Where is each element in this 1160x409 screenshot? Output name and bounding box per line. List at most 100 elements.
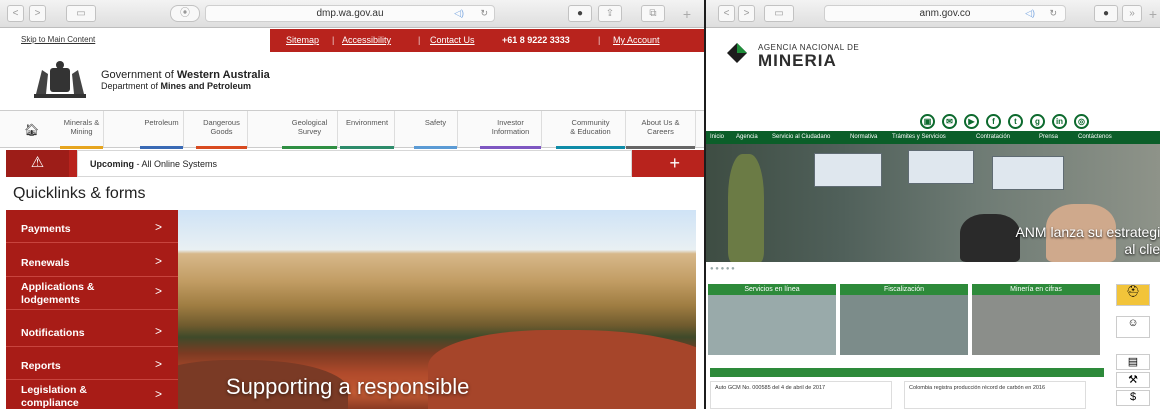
nav-item[interactable]: Petroleum xyxy=(140,111,184,149)
card-title: Minería en cifras xyxy=(972,284,1100,295)
nav-color-bar xyxy=(414,146,457,149)
nav-color-bar xyxy=(140,146,183,149)
extension-icon[interactable]: ⦿ xyxy=(170,5,200,22)
nav-item[interactable]: Investor Information xyxy=(480,111,542,149)
mail-icon[interactable]: ✉ xyxy=(942,114,957,129)
reload-icon[interactable]: ↻ xyxy=(480,6,488,21)
anm-nav-item[interactable]: Servicio al Ciudadano xyxy=(772,131,830,144)
helmet-icon[interactable]: ⛑ xyxy=(1116,284,1150,306)
chevron-right-icon: > xyxy=(154,324,162,338)
anm-nav-item[interactable]: Contratación xyxy=(976,131,1010,144)
nav-item[interactable]: Environment xyxy=(340,111,395,149)
anm-logo-line2: MINERIA xyxy=(758,51,837,70)
quicklink-item[interactable]: Notifications > xyxy=(6,317,178,347)
app-icon[interactable]: ▣ xyxy=(920,114,935,129)
nav-color-bar xyxy=(556,146,625,149)
nav-item-label: Investor Information xyxy=(491,118,530,136)
reload-icon[interactable]: ↻ xyxy=(1049,6,1057,21)
forward-button[interactable]: > xyxy=(29,5,46,22)
anm-nav: Inicio Agencia Servicio al Ciudadano Normat… xyxy=(706,131,1160,144)
facebook-icon[interactable]: f xyxy=(986,114,1001,129)
quicklink-item[interactable]: Applications & lodgements > xyxy=(6,277,178,310)
sitemap-link[interactable]: Sitemap xyxy=(286,35,319,45)
anm-nav-item[interactable]: Prensa xyxy=(1039,131,1058,144)
chevron-right-icon: > xyxy=(154,254,162,268)
anm-nav-item[interactable]: Contáctenos xyxy=(1078,131,1112,144)
quicklink-label: Notifications xyxy=(21,327,85,339)
nav-color-bar xyxy=(480,146,541,149)
worker-icon[interactable]: ☺ xyxy=(1116,316,1150,338)
news-item[interactable]: Colombia registra producción récord de c… xyxy=(904,381,1086,409)
sidebar-icon[interactable]: ▭ xyxy=(764,5,794,22)
chevron-right-icon: > xyxy=(154,220,162,234)
screen xyxy=(992,156,1064,190)
nav-item-label: Safety xyxy=(424,118,447,127)
slider-dots[interactable]: ● ● ● ● ● xyxy=(710,266,735,272)
card-mineria-cifras[interactable]: Minería en cifras xyxy=(972,284,1100,355)
card-servicios[interactable]: Servicios en línea xyxy=(708,284,836,355)
coat-of-arms-logo[interactable] xyxy=(28,60,92,102)
forward-button[interactable]: > xyxy=(738,5,755,22)
nav-item-label: Petroleum xyxy=(144,118,179,127)
slide-caption: ANM lanza su estrategia al clien xyxy=(1015,224,1160,257)
main-nav: 🏠︎ Minerals & Mining Petroleum Dangerous G… xyxy=(0,110,704,149)
google-plus-icon[interactable]: g xyxy=(1030,114,1045,129)
back-button[interactable]: < xyxy=(718,5,735,22)
tabs-icon[interactable]: ⧉ xyxy=(641,5,665,22)
quicklink-label: Payments xyxy=(21,223,71,235)
document-icon[interactable]: ▤ xyxy=(1116,354,1150,370)
linkedin-icon[interactable]: in xyxy=(1052,114,1067,129)
card-fiscalizacion[interactable]: Fiscalización xyxy=(840,284,968,355)
skip-link[interactable]: Skip to Main Content xyxy=(21,35,95,44)
url-bar[interactable]: anm.gov.co ◁) ↻ xyxy=(824,5,1066,22)
right-browser-pane: < > ▭ anm.gov.co ◁) ↻ ● » + AGENCIA NACI… xyxy=(706,0,1160,409)
hammer-icon[interactable]: ⚒ xyxy=(1116,372,1150,388)
quicklink-item[interactable]: Legislation & compliance > xyxy=(6,380,178,409)
quicklink-label: Reports xyxy=(21,360,61,372)
anm-logo-icon[interactable] xyxy=(726,42,748,64)
anm-nav-item[interactable]: Inicio xyxy=(710,131,724,144)
share-icon[interactable]: ⇪ xyxy=(598,5,622,22)
info-icon[interactable]: ● xyxy=(1094,5,1118,22)
sidebar-icon[interactable]: ▭ xyxy=(66,5,96,22)
instagram-icon[interactable]: ◎ xyxy=(1074,114,1089,129)
reader-icon[interactable]: ◁) xyxy=(1025,6,1035,21)
nav-item-label: About Us & Careers xyxy=(641,118,680,136)
nav-item[interactable]: Safety xyxy=(414,111,458,149)
url-bar[interactable]: dmp.wa.gov.au ◁) ↻ xyxy=(205,5,495,22)
new-tab-button[interactable]: + xyxy=(676,7,698,23)
twitter-icon[interactable]: t xyxy=(1008,114,1023,129)
expand-icon[interactable]: + xyxy=(669,153,680,173)
url-text: anm.gov.co xyxy=(919,8,971,19)
url-text: dmp.wa.gov.au xyxy=(316,8,384,19)
reader-icon[interactable]: ◁) xyxy=(454,6,464,21)
nav-item[interactable]: About Us & Careers xyxy=(626,111,696,149)
quicklink-item[interactable]: Renewals > xyxy=(6,247,178,277)
new-tab-button[interactable]: + xyxy=(1142,7,1160,23)
quicklink-item[interactable]: Reports > xyxy=(6,350,178,380)
back-button[interactable]: < xyxy=(7,5,24,22)
left-browser-pane: < > ▭ ⦿ dmp.wa.gov.au ◁) ↻ ● ⇪ ⧉ + Skip … xyxy=(0,0,704,409)
anm-nav-item[interactable]: Normativa xyxy=(850,131,877,144)
news-item[interactable]: Auto GCM No. 000585 del 4 de abril de 20… xyxy=(710,381,892,409)
warning-icon: ⚠ xyxy=(6,150,69,177)
nav-item[interactable]: Geological Survey xyxy=(282,111,338,149)
accessibility-link[interactable]: Accessibility xyxy=(342,35,391,45)
info-icon[interactable]: ● xyxy=(568,5,592,22)
quicklinks-sidebar: Payments > Renewals > Applications & lodgeme… xyxy=(6,210,178,409)
anm-nav-item[interactable]: Agencia xyxy=(736,131,758,144)
anm-nav-item[interactable]: Trámites y Servicios xyxy=(892,131,946,144)
home-icon[interactable]: 🏠︎ xyxy=(24,123,39,137)
nav-color-bar xyxy=(196,146,247,149)
contact-link[interactable]: Contact Us xyxy=(430,35,475,45)
nav-item[interactable]: Dangerous Goods xyxy=(196,111,248,149)
nav-item[interactable]: Community & Education xyxy=(556,111,626,149)
tv-icon[interactable]: ▶ xyxy=(964,114,979,129)
my-account-link[interactable]: My Account xyxy=(613,35,660,45)
nav-item-label: Minerals & Mining xyxy=(63,118,100,136)
nav-item[interactable]: Minerals & Mining xyxy=(60,111,104,149)
money-icon[interactable]: $ xyxy=(1116,390,1150,406)
more-icon[interactable]: » xyxy=(1122,5,1142,22)
alert-message[interactable]: Upcoming - All Online Systems xyxy=(77,150,632,177)
quicklink-item[interactable]: Payments > xyxy=(6,213,178,243)
